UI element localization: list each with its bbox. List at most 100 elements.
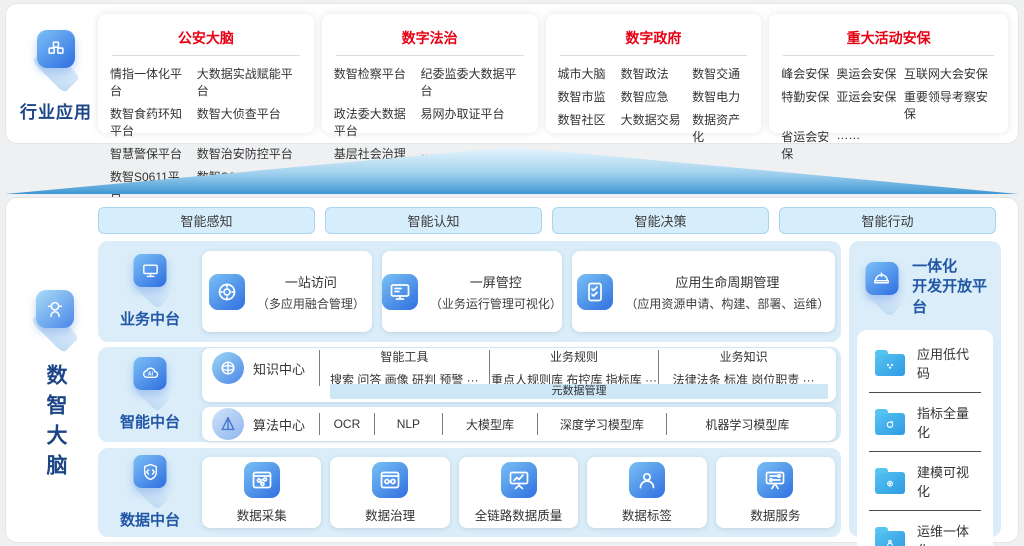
data-platform-icon [121,455,179,505]
algorithm-center-row: 算法中心 OCR NLP 大模型库 深度学习模型库 机器学习模型库 [202,407,836,441]
platform-item: 易网办取证平台 [421,105,526,139]
ops-folder-icon [875,531,905,546]
platform-item: …… [836,128,897,162]
group-title: 业务规则 [490,348,659,365]
one-stop-access-icon [209,274,245,310]
dev-platform-title-line2: 开发开放平台 [912,277,997,318]
industry-label-block: 行业应用 [14,30,98,123]
data-collection-icon [244,462,280,498]
group-title: 智能工具 [320,348,489,365]
svg-text:AI: AI [147,371,153,377]
platform-item: 智慧警保平台 [110,145,191,162]
pill-action: 智能行动 [779,207,996,234]
card-screen-control: 一屏管控 （业务运行管理可视化） [382,251,562,332]
business-platform-label: 业务中台 [120,308,180,329]
group-items: 城市大脑 数智政法 数智交通 数智市监 数智应急 数智电力 数智社区 大数据交易… [558,65,750,165]
group-digital-rule-of-law: 数字法治 数智检察平台 纪委监委大数据平台 政法委大数据平台 易网办取证平台 基… [322,14,538,133]
card-subtitle: （业务运行管理可视化） [430,295,562,312]
platform-item: 亚运会安保 [836,88,897,122]
platform-item: 特勤安保 [781,88,830,122]
industry-groups: 公安大脑 情指一体化平台 大数据实战赋能平台 数智食药环知平台 数智大侦查平台 … [98,14,1008,133]
card-title: 数据服务 [750,505,800,524]
platform-item: 数智应急 [621,88,687,105]
data-platform-label-block: 数据中台 [98,448,202,537]
card-title: 数据标签 [622,505,672,524]
business-cards: 一站访问 （多应用融合管理） 一屏管控 （业务运行管理可视化） [202,241,841,342]
card-title: 一屏管控 [430,272,562,291]
intelligence-platform-label-block: AI 智能中台 [98,347,202,442]
data-service-icon [757,462,793,498]
card-data-governance: 数据治理 [330,457,449,528]
knowledge-group-knowledge: 业务知识 法律法条 标准 岗位职责 ··· [659,348,828,388]
intelligence-rows: 知识中心 智能工具 搜索 问答 画像 研判 预警 ··· 业务规则 重点人规则库… [202,347,841,442]
group-title: 数字法治 [334,20,526,55]
pill-cognition: 智能认知 [325,207,542,234]
group-items: 峰会安保 奥运会安保 互联网大会安保 特勤安保 亚运会安保 重要领导考察安保 省… [781,65,996,162]
platform-item: 数智市监 [558,88,615,105]
platform-item: 奥运会安保 [836,65,897,82]
card-one-stop-access: 一站访问 （多应用融合管理） [202,251,372,332]
platform-item: 大数据交易 [621,111,687,145]
business-platform-panel: 业务中台 一站访问 （多应用融合管理） [98,241,841,342]
knowledge-group-tools: 智能工具 搜索 问答 画像 研判 预警 ··· [320,348,489,388]
business-platform-icon [121,254,179,304]
dev-item-label: 建模可视化 [917,462,981,500]
data-cards: 数据采集 数据治理 全链路数据质量 [202,448,841,537]
group-title: 业务知识 [659,348,828,365]
platform-item: 数智大侦查平台 [197,105,302,139]
industry-label: 行业应用 [14,98,98,123]
knowledge-group-rules: 业务规则 重点人规则库 布控库 指标库 ··· [490,348,659,388]
industry-applications-section: 行业应用 公安大脑 情指一体化平台 大数据实战赋能平台 数智食药环知平台 数智大… [5,3,1019,144]
knowledge-center-icon [212,352,244,384]
dev-platform-header: 一体化 开发开放平台 [849,241,1001,328]
data-governance-icon [372,462,408,498]
card-title: 数据采集 [237,505,287,524]
knowledge-center-label: 知识中心 [253,359,305,378]
brain-label: 数智大脑 [40,364,70,484]
card-data-collection: 数据采集 [202,457,321,528]
digital-brain-section: 智能感知 智能认知 智能决策 智能行动 数智大脑 [5,197,1019,543]
brain-icon [22,290,88,348]
card-title: 应用生命周期管理 [625,272,829,291]
algorithm-item: 机器学习模型库 [667,416,828,433]
platform-item: 数智政法 [621,65,687,82]
pill-perception: 智能感知 [98,207,315,234]
platform-item: 峰会安保 [781,65,830,82]
platform-item: 数智社区 [558,111,615,145]
platform-item: 数智交通 [692,65,749,82]
metadata-management-bar: 元数据管理 [330,384,828,399]
modeling-folder-icon [875,472,905,494]
algorithm-item: 大模型库 [443,416,537,433]
platform-item: 数智治安防控平台 [197,145,302,162]
card-title: 全链路数据质量 [475,505,563,524]
card-subtitle: （多应用融合管理） [257,295,365,312]
intelligence-platform-label: 智能中台 [120,411,180,432]
dev-item-label: 指标全量化 [917,403,981,441]
card-app-lifecycle: 应用生命周期管理 （应用资源申请、构建、部署、运维） [572,251,835,332]
dev-item-modeling: 建模可视化 [869,451,981,510]
platform-item: 数智电力 [692,88,749,105]
pill-decision: 智能决策 [552,207,769,234]
dev-item-label: 运维一体化 [917,521,981,546]
dev-platform-title: 一体化 开发开放平台 [912,257,997,318]
platform-item: 互联网大会安保 [904,65,996,82]
platform-item: 情指一体化平台 [110,65,191,99]
platform-item: 城市大脑 [558,65,615,82]
divider [783,55,994,56]
data-quality-icon [501,462,537,498]
platform-item: 数据资产化 [692,111,749,145]
platform-item: 数智检察平台 [334,65,415,99]
metric-folder-icon [875,413,905,435]
group-title: 公安大脑 [110,20,302,55]
business-platform-label-block: 业务中台 [98,241,202,342]
group-public-security-brain: 公安大脑 情指一体化平台 大数据实战赋能平台 数智食药环知平台 数智大侦查平台 … [98,14,314,133]
dev-item-low-code: 应用低代码 [869,334,981,392]
card-title: 数据治理 [365,505,415,524]
algorithm-item: NLP [375,417,442,431]
platform-item: 数智食药环知平台 [110,105,191,139]
intelligence-platform-panel: AI 智能中台 知识中心 智能工具 搜索 问答 画像 研判 预警 ··· [98,347,841,442]
dev-platform-icon [857,262,906,312]
divider [560,55,748,56]
screen-control-icon [382,274,418,310]
knowledge-center-row: 知识中心 智能工具 搜索 问答 画像 研判 预警 ··· 业务规则 重点人规则库… [202,348,836,402]
